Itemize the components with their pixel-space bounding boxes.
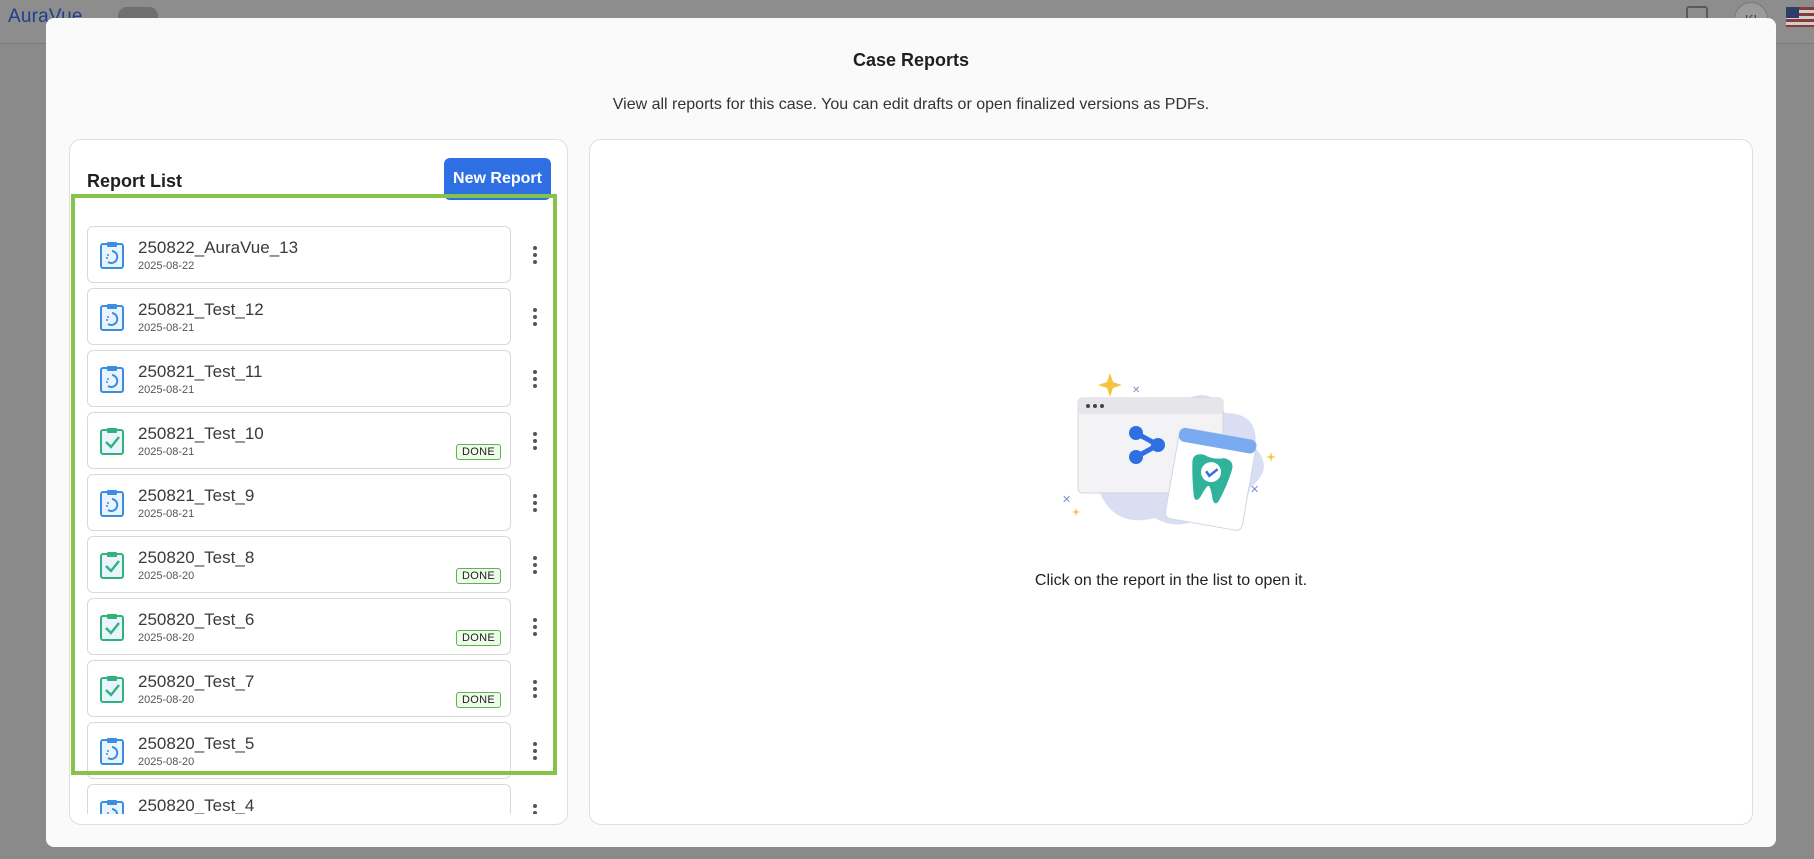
status-badge: DONE [456, 444, 501, 460]
report-list-item[interactable]: 250820_Test_8 2025-08-20 DONE [87, 536, 511, 593]
report-name: 250821_Test_12 [138, 300, 264, 319]
report-name: 250820_Test_6 [138, 610, 255, 629]
more-options-icon[interactable] [525, 614, 545, 640]
more-options-icon[interactable] [525, 552, 545, 578]
report-list-item[interactable]: 250821_Test_10 2025-08-21 DONE [87, 412, 511, 469]
more-options-icon[interactable] [525, 738, 545, 764]
report-done-icon [100, 428, 124, 455]
case-reports-modal: Case Reports View all reports for this c… [46, 18, 1776, 847]
more-options-icon[interactable] [525, 304, 545, 330]
report-list-item[interactable]: 250820_Test_5 2025-08-20 [87, 722, 511, 779]
modal-title: Case Reports [852, 50, 970, 70]
report-name: 250820_Test_4 [138, 796, 255, 814]
modal-subtitle: View all reports for this case. You can … [612, 96, 1210, 113]
report-list-item[interactable]: 250821_Test_12 2025-08-21 [87, 288, 511, 345]
report-date: 2025-08-21 [138, 446, 195, 458]
svg-text:✕: ✕ [1250, 484, 1259, 496]
report-list-item[interactable]: 250822_AuraVue_13 2025-08-22 [87, 226, 511, 283]
report-draft-icon [100, 738, 124, 765]
report-viewer-panel: ✕ ✕ ✕ Click on the report in the list to… [589, 139, 1753, 825]
report-draft-icon [100, 242, 124, 269]
more-options-icon[interactable] [525, 366, 545, 392]
more-options-icon[interactable] [525, 490, 545, 516]
report-draft-icon [100, 304, 124, 331]
new-report-button[interactable]: New Report [444, 158, 551, 200]
report-list[interactable]: 250822_AuraVue_13 2025-08-22 250821_Test_1… [70, 206, 567, 814]
report-name: 250821_Test_11 [138, 362, 263, 381]
report-done-icon [100, 676, 124, 703]
report-date: 2025-08-20 [138, 756, 195, 768]
report-date: 2025-08-20 [138, 632, 195, 644]
report-name: 250821_Test_9 [138, 486, 255, 505]
report-list-title: Report List [87, 171, 183, 191]
more-options-icon[interactable] [525, 242, 545, 268]
status-badge: DONE [456, 630, 501, 646]
more-options-icon[interactable] [525, 676, 545, 702]
svg-text:✕: ✕ [1132, 385, 1140, 396]
report-list-panel: Report List New Report 250822_AuraVue_13… [69, 139, 568, 825]
report-date: 2025-08-21 [138, 508, 195, 520]
report-date: 2025-08-21 [138, 384, 195, 396]
report-name: 250820_Test_7 [138, 672, 255, 691]
empty-state-message: Click on the report in the list to open … [1034, 572, 1308, 589]
report-draft-icon [100, 800, 124, 814]
report-name: 250820_Test_5 [138, 734, 255, 753]
language-flag-icon[interactable] [1786, 7, 1814, 27]
report-list-item[interactable]: 250820_Test_6 2025-08-20 DONE [87, 598, 511, 655]
report-name: 250820_Test_8 [138, 548, 255, 567]
report-name: 250821_Test_10 [138, 424, 264, 443]
report-list-item[interactable]: 250820_Test_7 2025-08-20 DONE [87, 660, 511, 717]
report-list-item[interactable]: 250821_Test_9 2025-08-21 [87, 474, 511, 531]
more-options-icon[interactable] [525, 800, 545, 814]
report-done-icon [100, 614, 124, 641]
svg-text:✕: ✕ [1062, 494, 1071, 506]
report-list-item[interactable]: 250821_Test_11 2025-08-21 [87, 350, 511, 407]
report-date: 2025-08-20 [138, 694, 195, 706]
report-draft-icon [100, 490, 124, 517]
more-options-icon[interactable] [525, 428, 545, 454]
report-done-icon [100, 552, 124, 579]
report-name: 250822_AuraVue_13 [138, 238, 299, 257]
report-date: 2025-08-20 [138, 570, 195, 582]
empty-state-illustration: ✕ ✕ ✕ [1062, 373, 1276, 531]
status-badge: DONE [456, 568, 501, 584]
report-draft-icon [100, 366, 124, 393]
status-badge: DONE [456, 692, 501, 708]
report-date: 2025-08-21 [138, 322, 195, 334]
report-list-item[interactable]: 250820_Test_4 [87, 784, 511, 814]
report-date: 2025-08-22 [138, 260, 195, 272]
